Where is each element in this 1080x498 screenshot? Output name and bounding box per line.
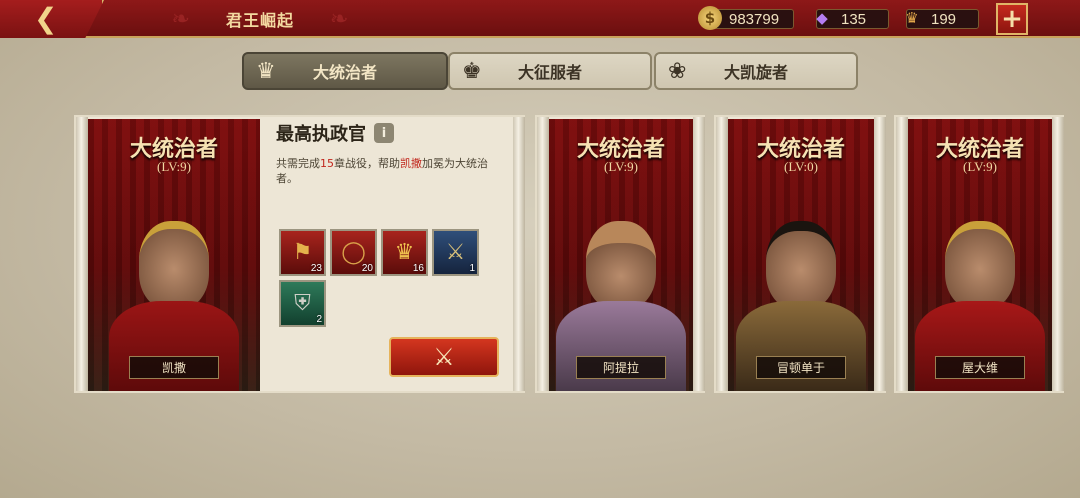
title-area: ❧ 君王崛起 ❧ (150, 0, 370, 38)
add-resources-button[interactable]: + (996, 3, 1028, 35)
item-count: 1 (469, 263, 475, 274)
desc-hero-name: 凯撒 (400, 157, 422, 170)
portrait-octavian: 大统治者 (LV:9) 屋大维 (908, 119, 1052, 391)
info-description: 共需完成15章战役，帮助凯撒加冕为大统治者。 (276, 156, 506, 186)
card-attila[interactable]: 大统治者 (LV:9) 阿提拉 (535, 115, 705, 393)
pillar-left (896, 117, 908, 391)
spiked-crown-icon: ♚ (462, 59, 482, 84)
card-modu[interactable]: 大统治者 (LV:0) 冒顿单于 (714, 115, 886, 393)
top-bar: ❮ ❧ 君王崛起 ❧ $ 983799 ◆ 135 ♛ 199 + (0, 0, 1080, 38)
pillar-right (513, 117, 525, 391)
info-panel: 最高执政官 i 共需完成15章战役，帮助凯撒加冕为大统治者。 (276, 120, 506, 186)
head (586, 221, 656, 309)
pillar-left (716, 117, 728, 391)
gold-counter: $ 983799 (698, 6, 795, 30)
hero-name: 阿提拉 (576, 356, 666, 379)
card-level: (LV:9) (157, 159, 191, 174)
pillar-left (537, 117, 549, 391)
info-title: 最高执政官 i (276, 120, 506, 146)
item-count: 23 (310, 263, 322, 274)
tab-label: 大统治者 (312, 63, 377, 82)
item-ring[interactable]: ◯ 20 (330, 229, 377, 276)
desc-pre: 共需完成 (276, 157, 320, 170)
item-count: 16 (412, 263, 424, 274)
back-button[interactable]: ❮ (0, 0, 104, 38)
hero-name: 屋大维 (935, 356, 1025, 379)
card-octavian[interactable]: 大统治者 (LV:9) 屋大维 (894, 115, 1064, 393)
desc-chapter-count: 15 (320, 157, 334, 170)
gem-counter: ◆ 135 (816, 8, 890, 30)
laurel-right-icon: ❧ (330, 6, 349, 32)
page-title: 君王崛起 (225, 11, 294, 30)
portrait-modu: 大统治者 (LV:0) 冒顿单于 (728, 119, 874, 391)
card-level: (LV:9) (963, 159, 997, 174)
item-count: 20 (361, 263, 373, 274)
chevron-left-icon: ❮ (34, 2, 58, 35)
item-armor[interactable]: ⛨ 2 (279, 280, 326, 327)
head (766, 221, 836, 309)
tab-great-conqueror[interactable]: ♚ 大征服者 (448, 52, 652, 90)
item-count: 2 (316, 314, 322, 325)
head (139, 221, 209, 309)
tab-label: 大凯旋者 (723, 63, 788, 82)
pillar-left (76, 117, 88, 391)
laurel-left-icon: ❧ (171, 6, 190, 32)
hero-name: 凯撒 (129, 356, 219, 379)
card-level: (LV:0) (784, 159, 818, 174)
crossed-swords-icon: ⚔ (433, 343, 455, 371)
coin-icon: $ (698, 6, 722, 30)
item-helmet[interactable]: ⚑ 23 (279, 229, 326, 276)
pillar-right (1052, 117, 1064, 391)
crown-icon: ♛ (256, 59, 276, 84)
item-crown[interactable]: ♛ 16 (381, 229, 428, 276)
laurel-wreath-icon: ❀ (668, 59, 687, 84)
tab-great-ruler[interactable]: ♛ 大统治者 (242, 52, 448, 90)
desc-mid: 章战役，帮助 (334, 157, 400, 170)
portrait-caesar: 大统治者 (LV:9) 凯撒 (88, 119, 260, 391)
hero-name: 冒顿单于 (756, 356, 846, 379)
pillar-right (874, 117, 886, 391)
tab-label: 大征服者 (517, 63, 582, 82)
info-icon[interactable]: i (374, 123, 394, 143)
pillar-right (693, 117, 705, 391)
token-counter: ♛ 199 (905, 8, 980, 30)
info-title-text: 最高执政官 (276, 124, 366, 145)
card-level: (LV:9) (604, 159, 638, 174)
portrait-attila: 大统治者 (LV:9) 阿提拉 (549, 119, 693, 391)
tab-great-triumphator[interactable]: ❀ 大凯旋者 (654, 52, 858, 90)
battle-button[interactable]: ⚔ (389, 337, 499, 377)
crest-icon: ♛ (905, 9, 919, 27)
item-sword[interactable]: ⚔ 1 (432, 229, 479, 276)
head (945, 221, 1015, 309)
gem-icon: ◆ (816, 9, 828, 27)
